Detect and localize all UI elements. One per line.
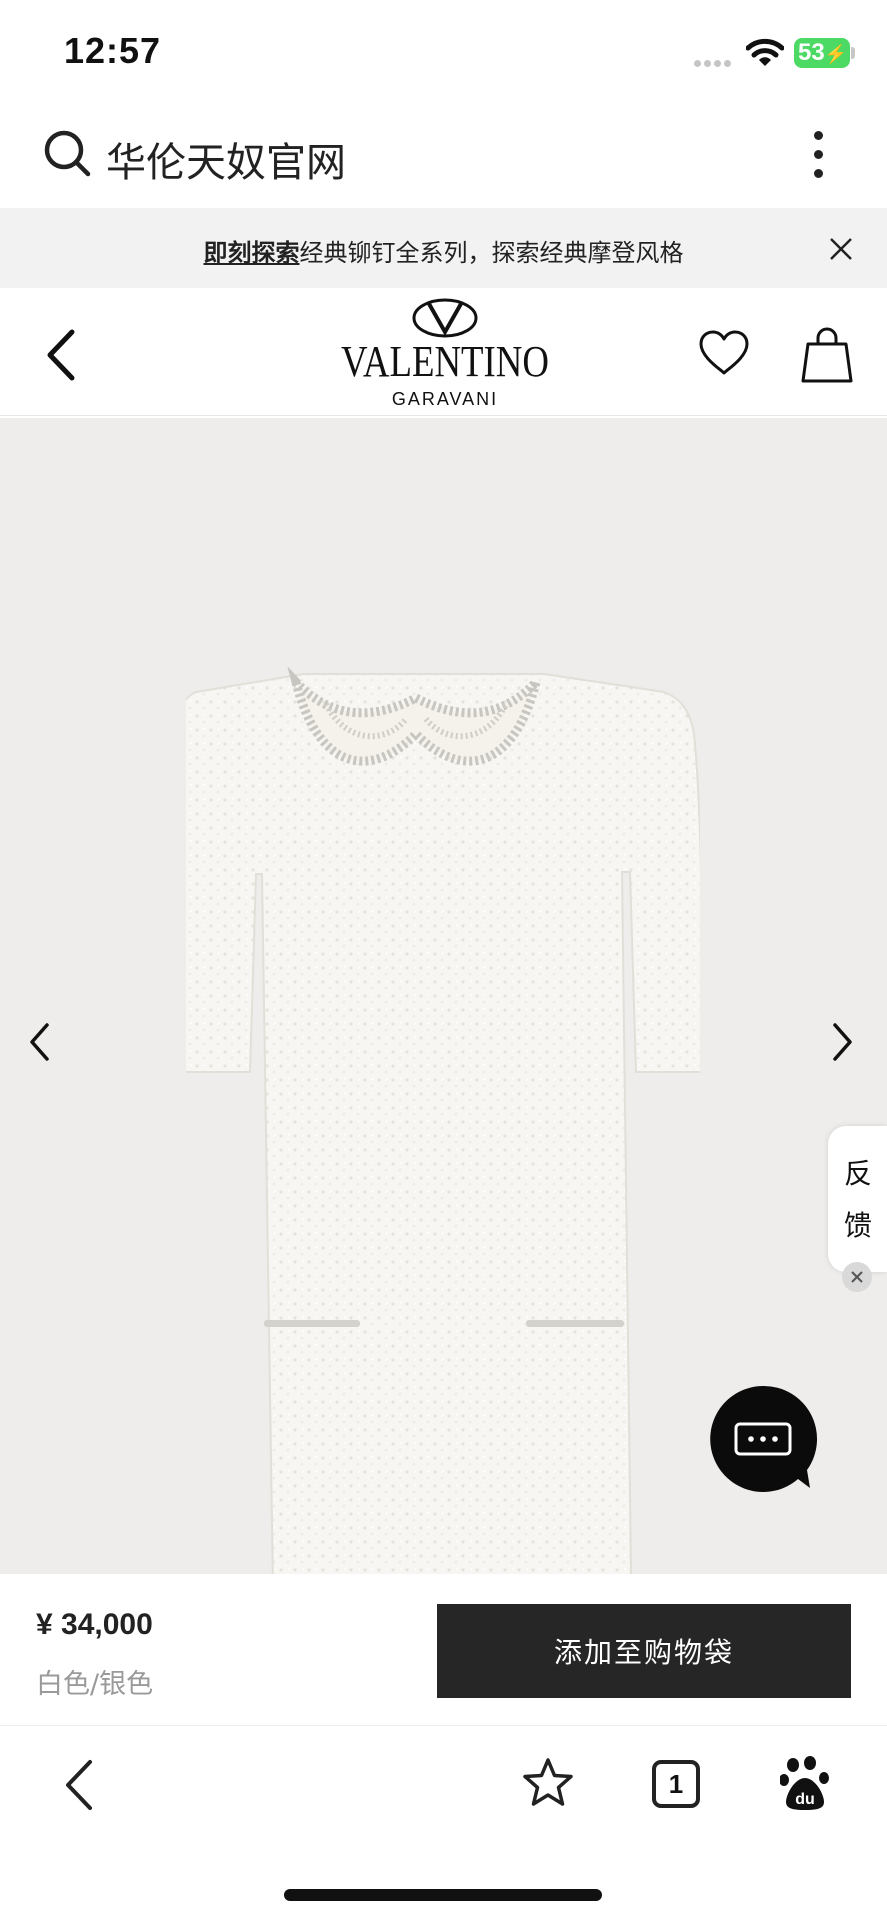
search-icon[interactable] [42, 128, 92, 178]
heart-icon[interactable] [698, 330, 750, 376]
close-icon [851, 1271, 863, 1283]
chevron-left-icon[interactable] [28, 1022, 50, 1062]
promo-text: 经典铆钉全系列，探索经典摩登风格 [299, 239, 684, 267]
feedback-label[interactable]: 反馈 [840, 1148, 876, 1252]
wifi-icon [746, 38, 784, 66]
promo-link[interactable]: 即刻探索 [204, 239, 300, 267]
cellular-signal-icon [694, 52, 734, 71]
battery-tip [851, 47, 855, 59]
chat-bubble-icon[interactable] [708, 1384, 818, 1494]
product-price: ¥ 34,000 [36, 1608, 153, 1641]
more-vertical-icon[interactable] [810, 131, 826, 181]
close-icon[interactable] [826, 234, 856, 264]
tabs-icon[interactable]: 1 [652, 1760, 700, 1808]
battery-indicator: 53⚡ [794, 38, 850, 68]
chevron-right-icon[interactable] [832, 1022, 854, 1062]
brand-logo[interactable]: VALENTINO GARAVANI [330, 296, 560, 414]
logo-subtitle: GARAVANI [392, 389, 498, 409]
status-time: 12:57 [64, 30, 162, 71]
logo-wordmark: VALENTINO [341, 337, 549, 386]
chevron-left-icon[interactable] [62, 1758, 94, 1812]
chevron-left-icon[interactable] [44, 328, 76, 382]
shopping-bag-icon[interactable] [800, 326, 854, 384]
baidu-paw-icon[interactable]: du [780, 1756, 830, 1812]
promo-message: 即刻探索经典铆钉全系列，探索经典摩登风格 [0, 233, 887, 268]
svg-text:du: du [795, 1791, 815, 1808]
star-icon[interactable] [520, 1756, 576, 1810]
product-dress-image [186, 666, 700, 1574]
product-color: 白色/银色 [36, 1669, 154, 1700]
battery-level: 53 [798, 39, 825, 66]
feedback-close-button[interactable] [842, 1262, 872, 1292]
search-query[interactable]: 华伦天奴官网 [106, 130, 346, 188]
home-indicator [284, 1889, 602, 1901]
feedback-char[interactable]: 反 [840, 1148, 876, 1200]
feedback-char[interactable]: 馈 [840, 1200, 876, 1252]
add-to-bag-button[interactable]: 添加至购物袋 [437, 1604, 851, 1698]
